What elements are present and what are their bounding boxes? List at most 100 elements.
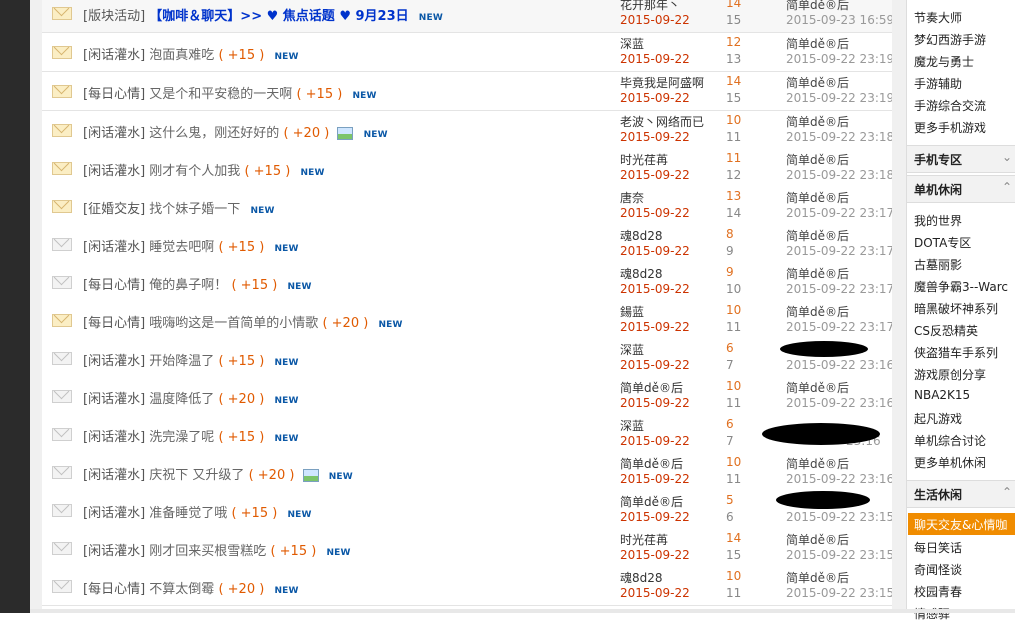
last-poster[interactable]: 简单dě®后 — [786, 531, 849, 548]
last-post-date[interactable]: 2015-09-22 23:19 — [786, 52, 894, 66]
last-post-date[interactable]: 2015-09-22 23:18 — [786, 168, 894, 182]
topic-author[interactable]: 简单dě®后 — [620, 455, 683, 472]
topic-title[interactable]: 哦嗨哟这是一首简单的小情歌 — [149, 316, 318, 331]
topic-category[interactable]: [闲话灌水] — [83, 544, 145, 559]
last-post-date[interactable]: 2015-09-22 23:19 — [786, 91, 894, 105]
sidebar-item[interactable]: 手游综合交流 — [914, 97, 986, 114]
sidebar-item[interactable]: 魔兽争霸3--Warc — [914, 278, 1008, 295]
topic-title[interactable]: 开始降温了 — [149, 354, 214, 369]
sidebar-item[interactable]: 古墓丽影 — [914, 256, 962, 273]
last-post-date[interactable]: 2015-09-22 23:17 — [786, 320, 894, 334]
topic-category[interactable]: [每日心情] — [83, 87, 145, 102]
topic-category[interactable]: [征婚交友] — [83, 202, 145, 217]
sidebar-item[interactable]: 更多手机游戏 — [914, 119, 986, 136]
last-post-date[interactable]: 2015-09-22 23:17 — [786, 244, 894, 258]
sidebar-item[interactable]: 奇闻怪谈 — [914, 561, 962, 578]
last-poster[interactable]: 简单dě®后 — [786, 113, 849, 130]
topic-category[interactable]: [闲话灌水] — [83, 48, 145, 63]
sidebar-item[interactable]: 我的世界 — [914, 212, 962, 229]
topic-title[interactable]: 准备睡觉了哦 — [149, 506, 227, 521]
topic-author[interactable]: 时光荏苒 — [620, 531, 668, 548]
topic-title[interactable]: 庆祝下 又升级了 — [149, 468, 244, 483]
topic-author[interactable]: 时光荏苒 — [620, 151, 668, 168]
chevron-up-icon[interactable]: ⌃ — [1002, 180, 1012, 194]
topic-title[interactable]: 这什么鬼，刚还好好的 — [149, 126, 279, 141]
sidebar-item[interactable]: 单机综合讨论 — [914, 432, 986, 449]
last-post-date[interactable]: 2015-09-22 23:16 — [786, 358, 894, 372]
topic-author[interactable]: 深蓝 — [620, 35, 644, 52]
topic-title[interactable]: 俺的鼻子啊！ — [149, 278, 227, 293]
last-poster[interactable]: 简单dě®后 — [786, 189, 849, 206]
topic-category[interactable]: [闲话灌水] — [83, 430, 145, 445]
last-poster[interactable]: 简单dě®后 — [786, 569, 849, 586]
topic-author[interactable]: 简单dě®后 — [620, 493, 683, 510]
topic-author[interactable]: 魂8d28 — [620, 227, 663, 244]
sidebar-item[interactable]: 节奏大师 — [914, 9, 962, 26]
topic-title[interactable]: 找个妹子婚一下 — [149, 202, 240, 217]
topic-category[interactable]: [闲话灌水] — [83, 240, 145, 255]
topic-author[interactable]: 鍚蓝 — [620, 303, 644, 320]
last-poster[interactable]: 简单dě®后 — [786, 74, 849, 91]
topic-category[interactable]: [版块活动] — [83, 9, 145, 24]
sidebar-item[interactable]: 侠盗猎车手系列 — [914, 344, 998, 361]
topic-author[interactable]: 唐奈 — [620, 189, 644, 206]
topic-title[interactable]: 泡面真难吃 — [149, 48, 214, 63]
topic-title[interactable]: 洗完澡了呢 — [149, 430, 214, 445]
last-post-date[interactable]: 2015-09-22 23:17 — [786, 282, 894, 296]
sidebar-item[interactable]: 暗黑破坏神系列 — [914, 300, 998, 317]
topic-category[interactable]: [闲话灌水] — [83, 126, 145, 141]
topic-category[interactable]: [闲话灌水] — [83, 164, 145, 179]
last-post-date[interactable]: 2015-09-22 23:16 — [786, 396, 894, 410]
sidebar-section-life[interactable]: 生活休闲 ⌃ — [907, 480, 1015, 508]
sidebar-item[interactable]: 梦幻西游手游 — [914, 31, 986, 48]
last-post-date[interactable]: 2015-09-22 23:15 — [786, 510, 894, 524]
last-post-date[interactable]: 2015-09-23 16:59 — [786, 13, 894, 27]
last-post-date[interactable]: 2015-09-22 23:15 — [786, 586, 894, 600]
last-post-date[interactable]: 2015-09-22 23:15 — [786, 548, 894, 562]
last-poster[interactable]: 简单dě®后 — [786, 265, 849, 282]
sidebar-item[interactable]: 游戏原创分享 — [914, 366, 986, 383]
sidebar-item[interactable]: NBA2K15 — [914, 388, 970, 402]
topic-author[interactable]: 简单dě®后 — [620, 379, 683, 396]
last-poster[interactable]: 简单dě®后 — [786, 455, 849, 472]
last-poster[interactable]: 简单dě®后 — [786, 35, 849, 52]
last-post-date[interactable]: 2015-09-22 23:16 — [786, 472, 894, 486]
topic-author[interactable]: 深蓝 — [620, 417, 644, 434]
topic-category[interactable]: [闲话灌水] — [83, 354, 145, 369]
sidebar-item[interactable]: CS反恐精英 — [914, 322, 978, 339]
topic-category[interactable]: [闲话灌水] — [83, 506, 145, 521]
topic-category[interactable]: [每日心情] — [83, 582, 145, 597]
topic-title[interactable]: 刚才有个人加我 — [149, 164, 240, 179]
sidebar-item[interactable]: 更多单机休闲 — [914, 454, 986, 471]
topic-title[interactable]: 不算太倒霉 — [149, 582, 214, 597]
topic-title[interactable]: 刚才回来买根雪糕吃 — [149, 544, 266, 559]
topic-author[interactable]: 魂8d28 — [620, 265, 663, 282]
topic-category[interactable]: [闲话灌水] — [83, 392, 145, 407]
last-poster[interactable]: 简单dě®后 — [786, 379, 849, 396]
sidebar-item[interactable]: 魔龙与勇士 — [914, 53, 974, 70]
chevron-up-icon[interactable]: ⌃ — [1002, 485, 1012, 499]
topic-title[interactable]: 温度降低了 — [149, 392, 214, 407]
sidebar-item[interactable]: 情感驿 — [914, 605, 950, 622]
last-poster[interactable]: 简单dě®后 — [786, 227, 849, 244]
topic-title[interactable]: 睡觉去吧啊 — [149, 240, 214, 255]
sidebar-item-active[interactable]: 聊天交友&心情咖 — [908, 513, 1015, 535]
sidebar-item[interactable]: 起凡游戏 — [914, 410, 962, 427]
sidebar-section-single[interactable]: 单机休闲 ⌃ — [907, 175, 1015, 203]
topic-author[interactable]: 深蓝 — [620, 341, 644, 358]
sidebar-item[interactable]: DOTA专区 — [914, 234, 971, 251]
chevron-down-icon[interactable]: ⌄ — [1002, 150, 1012, 164]
last-poster[interactable]: 简单dě®后 — [786, 0, 849, 13]
topic-author[interactable]: 老波丶网络而已 — [620, 113, 704, 130]
topic-author[interactable]: 魂8d28 — [620, 569, 663, 586]
last-poster[interactable]: 简单dě®后 — [786, 151, 849, 168]
topic-title[interactable]: 又是个和平安稳的一天啊 — [149, 87, 292, 102]
sidebar-item[interactable]: 每日笑话 — [914, 539, 962, 556]
topic-author[interactable]: 毕竟我是阿盛啊 — [620, 74, 704, 91]
topic-category[interactable]: [每日心情] — [83, 316, 145, 331]
topic-category[interactable]: [每日心情] — [83, 278, 145, 293]
sidebar-item[interactable]: 手游辅助 — [914, 75, 962, 92]
topic-category[interactable]: [闲话灌水] — [83, 468, 145, 483]
last-poster[interactable]: 简单dě®后 — [786, 303, 849, 320]
last-post-date[interactable]: 2015-09-22 23:17 — [786, 206, 894, 220]
